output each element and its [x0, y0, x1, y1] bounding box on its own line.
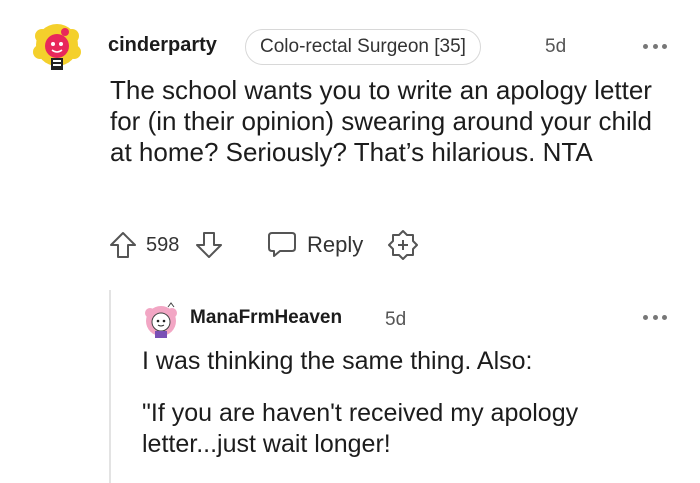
user-flair: Colo-rectal Surgeon [35]	[245, 29, 481, 65]
comment-thread: cinderparty Colo-rectal Surgeon [35] 5d …	[0, 0, 700, 483]
downvote-icon[interactable]	[194, 230, 224, 260]
comment-body: The school wants you to write an apology…	[110, 75, 652, 167]
comment-username[interactable]: cinderparty	[108, 34, 217, 57]
reply-user-avatar[interactable]	[142, 301, 180, 339]
more-options-icon[interactable]	[643, 312, 667, 322]
vote-count: 598	[146, 234, 180, 256]
award-icon[interactable]	[386, 229, 420, 263]
user-avatar[interactable]	[32, 22, 82, 72]
reply-username[interactable]: ManaFrmHeaven	[190, 307, 342, 329]
reply-timestamp: 5d	[385, 309, 407, 330]
thread-line[interactable]	[109, 290, 111, 483]
reply-body-line2: "If you are haven't received my apology …	[142, 399, 579, 458]
reply-icon[interactable]	[266, 229, 298, 259]
upvote-icon[interactable]	[108, 230, 138, 260]
reply-button[interactable]: Reply	[307, 232, 363, 258]
comment-timestamp: 5d	[545, 36, 567, 57]
reply-body-line1: I was thinking the same thing. Also:	[142, 347, 533, 375]
more-options-icon[interactable]	[643, 41, 667, 51]
